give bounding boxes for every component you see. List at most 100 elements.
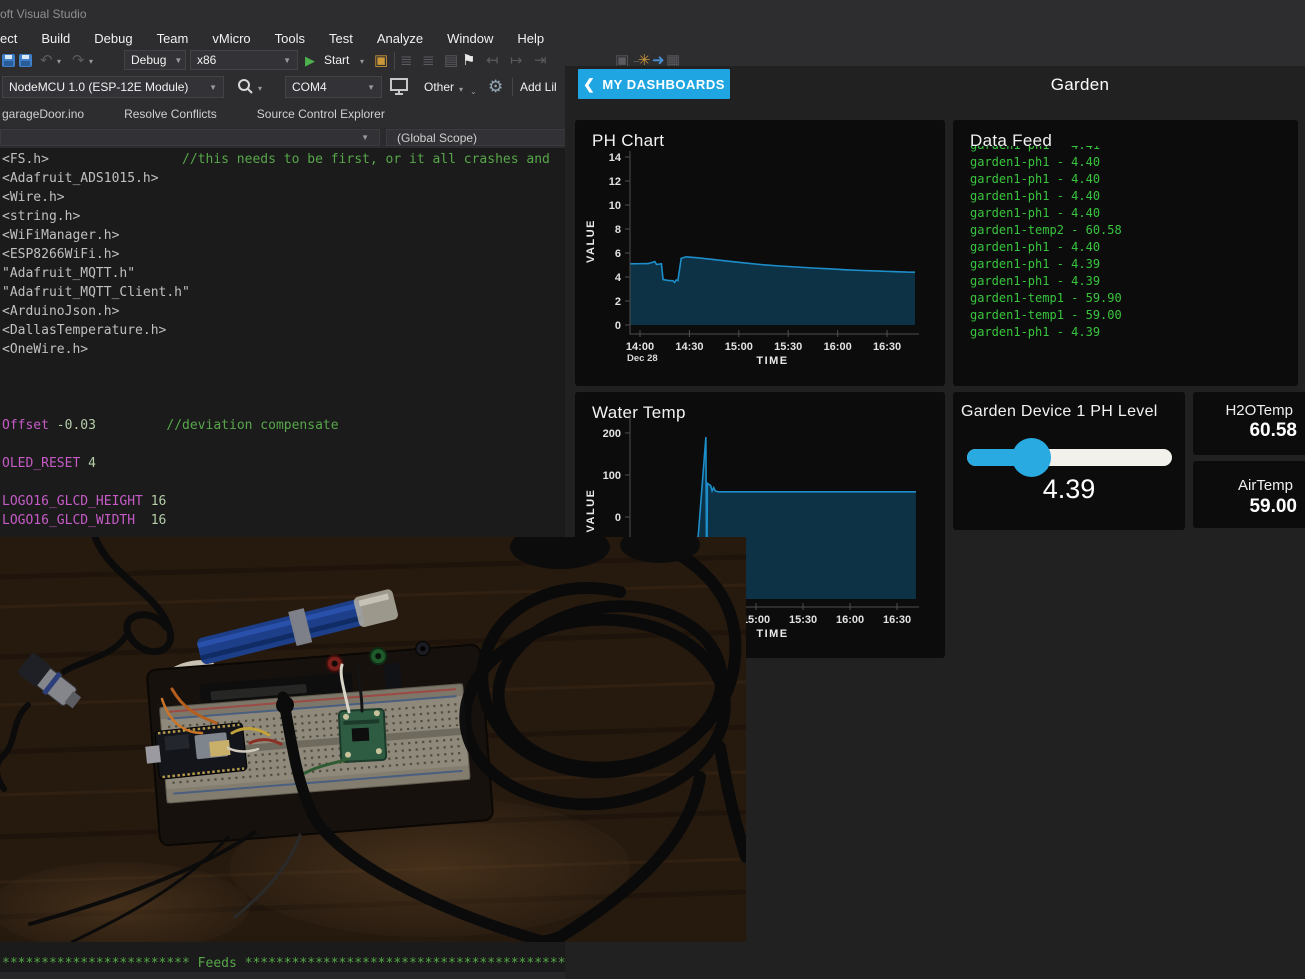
code-line [2,359,550,378]
attach-debugger-icon[interactable]: ▣ [374,51,388,71]
breadboard-photo [0,537,746,942]
board-dropdown[interactable]: NodeMCU 1.0 (ESP-12E Module)▼ [2,76,224,98]
feed-row: garden1-ph1 - 4.41 [970,146,1290,154]
svg-text:15:30: 15:30 [789,614,817,626]
ph-slider-track[interactable] [967,449,1172,466]
redo-icon[interactable]: ↷ [72,51,85,71]
menu-item-help[interactable]: Help [505,31,556,46]
chevron-down-icon[interactable]: ▾ [459,85,463,94]
undo-icon[interactable]: ↶ [40,51,53,71]
svg-text:8: 8 [615,224,621,236]
feed-list[interactable]: garden1-ph1 - 4.41garden1-ph1 - 4.40gard… [970,146,1290,380]
indent-increase-icon[interactable]: ≣ [422,51,435,71]
indent-decrease-icon[interactable]: ≣ [400,51,413,71]
svg-text:100: 100 [603,470,621,482]
feed-row: garden1-temp2 - 60.58 [970,222,1290,239]
screen: { "colors": { "accent_cyan": "#1fa6e2", … [0,0,1305,979]
ph-chart: 0246810121414:0014:3015:0015:3016:0016:3… [575,120,945,386]
start-button[interactable]: Start [324,53,349,67]
svg-text:15:00: 15:00 [742,614,770,626]
code-line [2,397,550,416]
code-line: <Wire.h> [2,188,550,207]
menu-item-project[interactable]: ect [0,31,29,46]
svg-text:TIME: TIME [756,355,788,367]
gauge-value: 59.00 [1249,496,1297,518]
code-line: "Adafruit_MQTT_Client.h" [2,283,550,302]
save-all-icon[interactable] [19,54,32,67]
feed-row: garden1-temp1 - 59.90 [970,290,1290,307]
bookmark-icon[interactable]: ⚑ [462,51,475,71]
panel-title: Garden Device 1 PH Level [961,403,1158,421]
feed-row: garden1-ph1 - 4.40 [970,188,1290,205]
svg-text:VALUE: VALUE [585,219,597,263]
feed-row: garden1-ph1 - 4.39 [970,273,1290,290]
feed-row: garden1-ph1 - 4.39 [970,324,1290,341]
ph-slider-value: 4.39 [953,474,1185,505]
gauge-value: 60.58 [1249,420,1297,442]
chevron-down-icon: ▼ [209,83,217,92]
tab-source-control-explorer[interactable]: Source Control Explorer [237,107,405,121]
svg-text:Dec 28: Dec 28 [627,353,658,364]
port-dropdown[interactable]: COM4▼ [285,76,382,98]
code-line [2,435,550,454]
search-dropdown-icon[interactable]: ▾ [258,84,262,93]
menu-item-debug[interactable]: Debug [82,31,144,46]
adc-breakout-board [339,709,387,762]
search-icon[interactable] [236,78,254,96]
svg-text:2: 2 [615,296,621,308]
serial-monitor-icon[interactable] [390,78,410,97]
redo-dropdown-icon[interactable]: ▾ [89,57,93,66]
document-tab-bar: garageDoor.ino Resolve Conflicts Source … [0,101,405,127]
svg-text:14: 14 [609,152,622,164]
tab-resolve-conflicts[interactable]: Resolve Conflicts [104,107,237,121]
undo-dropdown-icon[interactable]: ▾ [57,57,61,66]
window-title: oft Visual Studio [0,7,87,21]
types-dropdown[interactable]: ▼ [0,129,380,146]
menu-item-tools[interactable]: Tools [263,31,317,46]
nav-forward-icon[interactable]: ↦ [510,51,523,71]
solution-config-dropdown[interactable]: Debug▼ [124,50,186,70]
svg-text:16:00: 16:00 [824,341,852,353]
start-dropdown-icon[interactable]: ▾ [360,57,364,66]
svg-text:16:30: 16:30 [883,614,911,626]
feed-row: garden1-temp1 - 59.00 [970,307,1290,324]
feed-row: garden1-ph1 - 4.40 [970,171,1290,188]
menu-item-test[interactable]: Test [317,31,365,46]
code-text: <FS.h> //this needs to be first, or it a… [2,150,550,530]
feed-row: garden1-ph1 - 4.40 [970,205,1290,222]
svg-text:0: 0 [615,512,621,524]
nav-back-icon[interactable]: ↤ [486,51,499,71]
code-line: <ArduinoJson.h> [2,302,550,321]
feed-row: garden1-ph1 - 4.40 [970,239,1290,256]
other-dropdown[interactable]: Other [424,80,454,94]
menu-item-build[interactable]: Build [29,31,82,46]
overflow-chevron-icon[interactable]: ⌄ [470,87,477,96]
code-line: <FS.h> //this needs to be first, or it a… [2,150,550,169]
save-icon[interactable] [2,54,15,67]
menu-item-vmicro[interactable]: vMicro [200,31,262,46]
code-line [2,378,550,397]
menu-bar: ect Build Debug Team vMicro Tools Test A… [0,28,556,48]
chevron-down-icon: ▼ [361,133,369,142]
feed-row: garden1-ph1 - 4.39 [970,256,1290,273]
menu-item-window[interactable]: Window [435,31,505,46]
code-line: <string.h> [2,207,550,226]
tab-garagedoor-ino[interactable]: garageDoor.ino [0,107,104,121]
comment-icon[interactable]: ▤ [444,51,458,71]
add-library-button[interactable]: Add Lil [520,80,557,94]
h2o-temp-gauge-panel: H2OTemp 60.58 [1193,392,1305,455]
my-dashboards-button[interactable]: ❮ MY DASHBOARDS [578,69,730,99]
ph-chart-panel: PH Chart 0246810121414:0014:3015:0015:30… [575,120,945,386]
svg-text:12: 12 [609,176,621,188]
gear-icon[interactable]: ⚙ [488,77,503,97]
start-debug-icon[interactable]: ▶ [305,51,315,71]
nav-last-icon[interactable]: ⇥ [534,51,547,71]
ph-slider-thumb[interactable] [1012,438,1051,477]
air-temp-gauge-panel: AirTemp 59.00 [1193,461,1305,528]
platform-dropdown[interactable]: x86▼ [190,50,298,70]
code-line: <DallasTemperature.h> [2,321,550,340]
svg-text:15:00: 15:00 [725,341,753,353]
menu-item-team[interactable]: Team [145,31,201,46]
menu-item-analyze[interactable]: Analyze [365,31,435,46]
svg-text:0: 0 [615,320,621,332]
